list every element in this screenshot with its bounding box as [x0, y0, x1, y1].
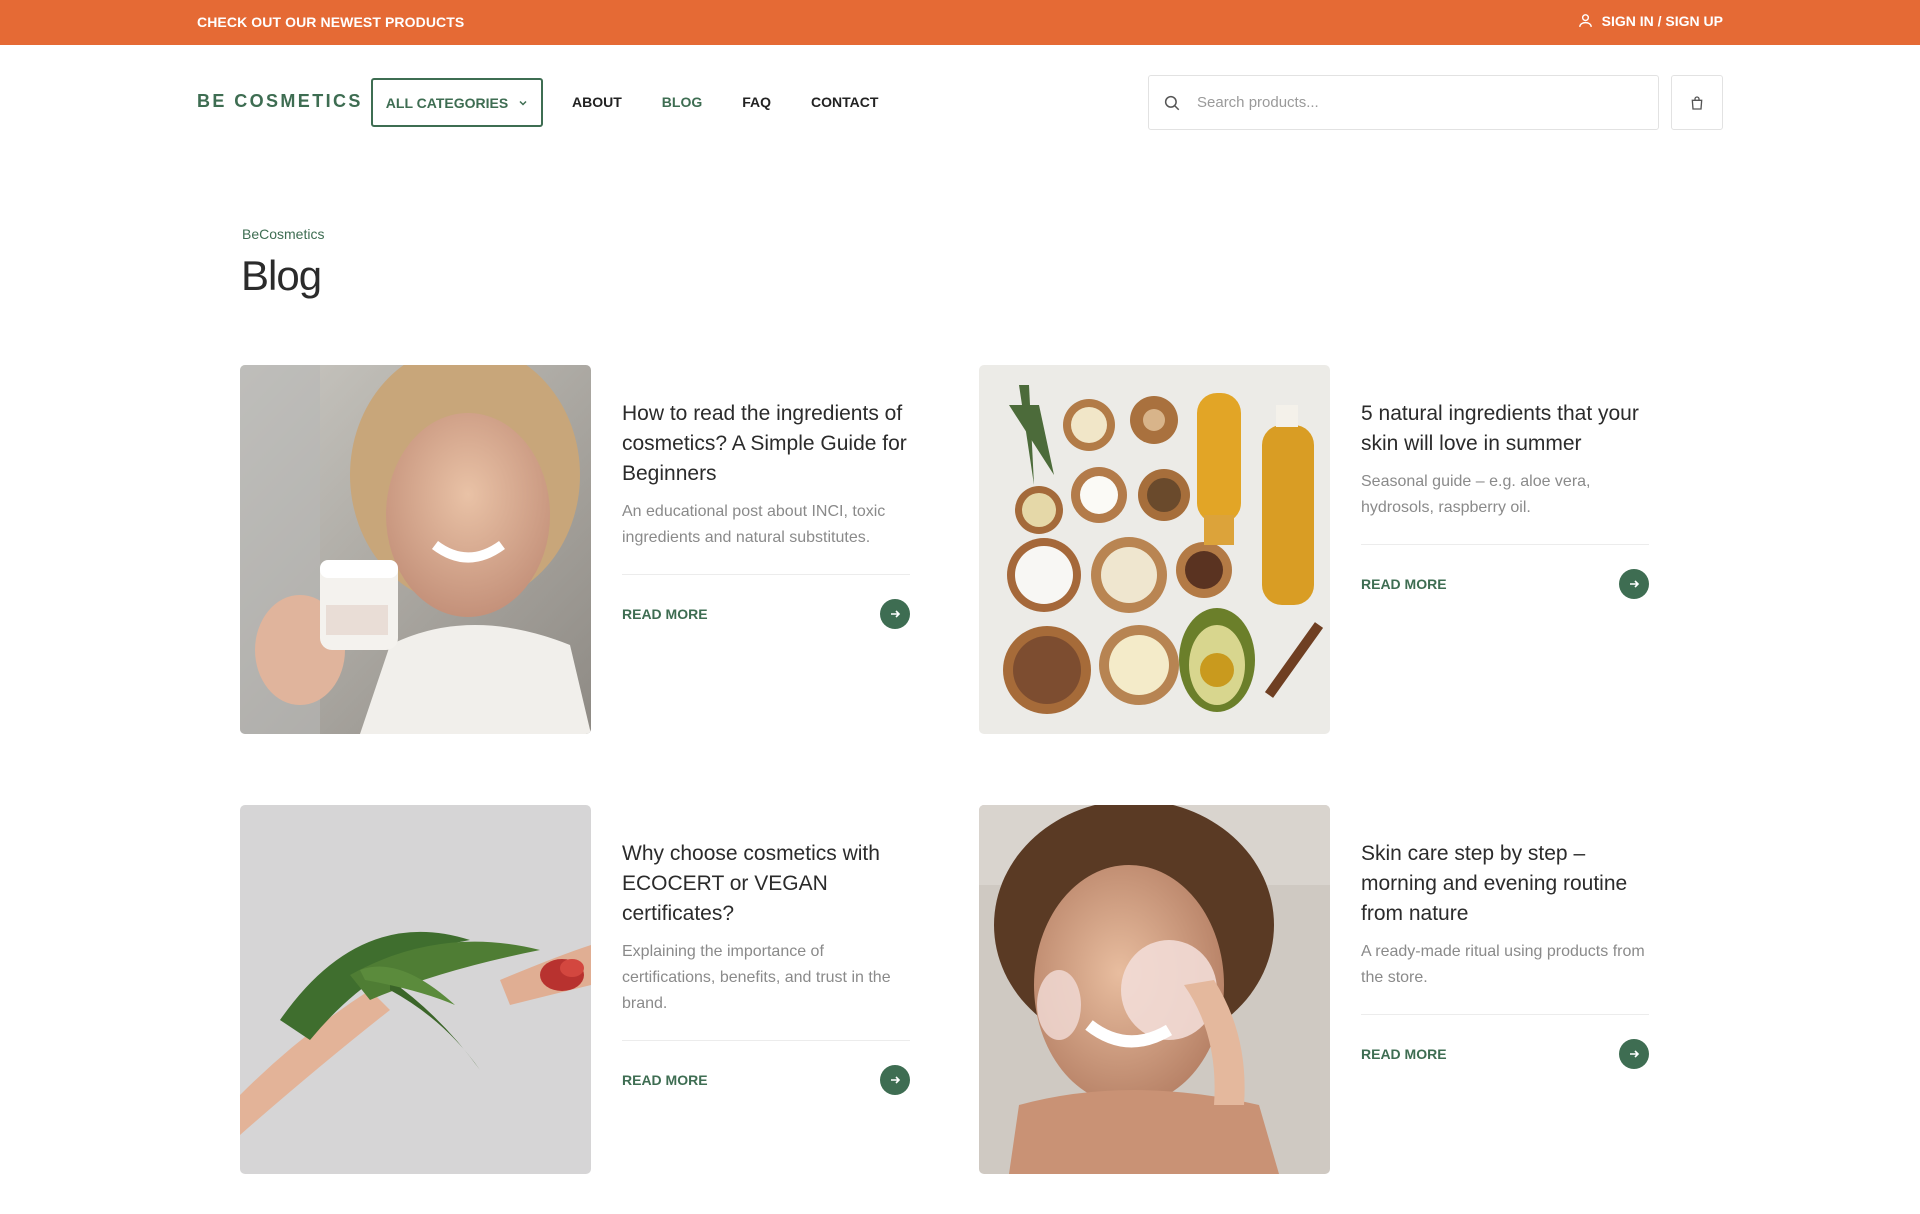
search-box	[1148, 75, 1659, 130]
arrow-right-icon[interactable]	[1619, 569, 1649, 599]
post-body: Skin care step by step – morning and eve…	[1361, 839, 1651, 1069]
categories-label: ALL CATEGORIES	[385, 94, 509, 111]
post-excerpt: An educational post about INCI, toxic in…	[622, 503, 886, 546]
hands-tulip-image	[240, 805, 591, 1174]
post-excerpt: Explaining the importance of certificati…	[622, 943, 891, 1012]
site-header: BE COSMETICS ALL CATEGORIES ABOUT BLOG F…	[0, 45, 1920, 160]
read-more-label: READ MORE	[622, 606, 708, 622]
sign-in-link[interactable]: SIGN IN / SIGN UP	[1577, 12, 1723, 29]
nav-blog[interactable]: BLOG	[662, 94, 702, 110]
read-more-link[interactable]: READ MORE	[622, 1065, 910, 1095]
arrow-right-icon[interactable]	[880, 1065, 910, 1095]
divider	[1361, 544, 1649, 545]
nav-contact[interactable]: CONTACT	[811, 94, 878, 110]
read-more-label: READ MORE	[622, 1072, 708, 1088]
arrow-right-icon[interactable]	[1619, 1039, 1649, 1069]
post-body: How to read the ingredients of cosmetics…	[622, 399, 912, 629]
ingredients-flatlay-image	[979, 365, 1330, 734]
post-image[interactable]	[240, 805, 591, 1174]
woman-face-mask-image	[979, 805, 1330, 1174]
post-excerpt: A ready-made ritual using products from …	[1361, 943, 1645, 986]
post-title[interactable]: 5 natural ingredients that your skin wil…	[1361, 399, 1651, 459]
top-promo-bar: CHECK OUT OUR NEWEST PRODUCTS SIGN IN / …	[0, 0, 1920, 45]
cart-button[interactable]	[1671, 75, 1723, 130]
post-title[interactable]: Why choose cosmetics with ECOCERT or VEG…	[622, 839, 912, 929]
blog-post-card: How to read the ingredients of cosmetics…	[240, 365, 910, 735]
user-icon	[1578, 14, 1592, 27]
blog-post-card: Why choose cosmetics with ECOCERT or VEG…	[240, 805, 910, 1175]
search-icon	[1164, 95, 1180, 110]
all-categories-dropdown[interactable]: ALL CATEGORIES	[371, 78, 543, 127]
nav-about[interactable]: ABOUT	[572, 94, 622, 110]
nav-faq[interactable]: FAQ	[742, 94, 771, 110]
divider	[622, 574, 910, 575]
promo-text[interactable]: CHECK OUT OUR NEWEST PRODUCTS	[197, 14, 464, 30]
woman-cream-jar-image	[240, 365, 591, 734]
search-input[interactable]	[1197, 94, 1637, 111]
arrow-right-icon[interactable]	[880, 599, 910, 629]
read-more-link[interactable]: READ MORE	[1361, 569, 1649, 599]
read-more-link[interactable]: READ MORE	[622, 599, 910, 629]
post-body: 5 natural ingredients that your skin wil…	[1361, 399, 1651, 599]
read-more-label: READ MORE	[1361, 1046, 1447, 1062]
sign-in-label: SIGN IN / SIGN UP	[1601, 12, 1723, 29]
post-image[interactable]	[979, 365, 1330, 734]
read-more-label: READ MORE	[1361, 576, 1447, 592]
page-title: Blog	[241, 252, 322, 299]
divider	[622, 1040, 910, 1041]
breadcrumb[interactable]: BeCosmetics	[242, 226, 324, 242]
post-title[interactable]: Skin care step by step – morning and eve…	[1361, 839, 1651, 929]
post-image[interactable]	[979, 805, 1330, 1174]
post-title[interactable]: How to read the ingredients of cosmetics…	[622, 399, 912, 489]
blog-post-card: 5 natural ingredients that your skin wil…	[979, 365, 1649, 735]
read-more-link[interactable]: READ MORE	[1361, 1039, 1649, 1069]
chevron-down-icon	[519, 100, 527, 106]
logo[interactable]: BE COSMETICS	[197, 91, 363, 112]
blog-post-card: Skin care step by step – morning and eve…	[979, 805, 1649, 1175]
main-nav: ABOUT BLOG FAQ CONTACT	[572, 94, 878, 110]
post-body: Why choose cosmetics with ECOCERT or VEG…	[622, 839, 912, 1095]
post-excerpt: Seasonal guide – e.g. aloe vera, hydroso…	[1361, 473, 1591, 516]
divider	[1361, 1014, 1649, 1015]
post-image[interactable]	[240, 365, 591, 734]
shopping-bag-icon	[1691, 95, 1703, 110]
